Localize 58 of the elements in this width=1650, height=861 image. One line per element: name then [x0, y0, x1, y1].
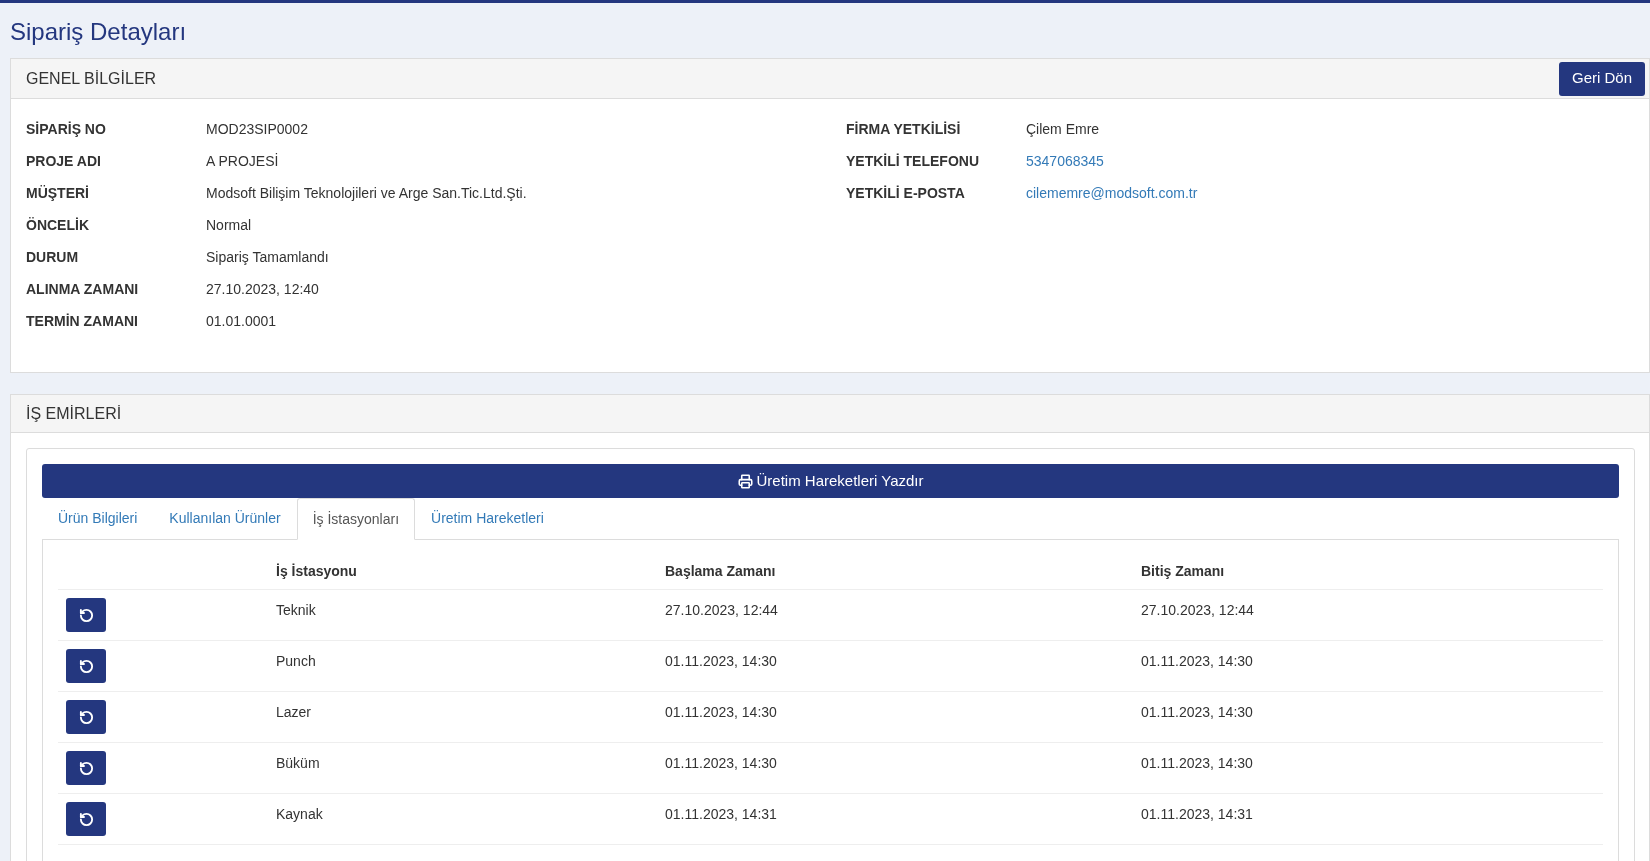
rotate-ccw-icon [78, 811, 94, 827]
field-value: 27.10.2023, 12:40 [206, 279, 319, 299]
table-cell-text: 27.10.2023, 12:44 [665, 601, 779, 620]
rotate-ccw-icon [78, 709, 94, 725]
field-label: PROJE ADI [26, 151, 102, 171]
field-link[interactable]: 5347068345 [1026, 150, 1104, 172]
card-title: GENEL BİLGİLER [26, 68, 157, 89]
column-header: Başlama Zamanı [665, 562, 777, 581]
field-label: MÜŞTERİ [26, 183, 90, 203]
field-label: SİPARİŞ NO [26, 119, 107, 139]
table-cell-text: 01.11.2023, 14:30 [665, 652, 778, 671]
table-cell-text: Büküm [276, 754, 321, 773]
rotate-ccw-icon [78, 607, 94, 623]
printer-icon [737, 473, 753, 489]
reset-button[interactable] [66, 751, 106, 785]
field-label: DURUM [26, 247, 80, 267]
field-label: ÖNCELİK [26, 215, 90, 235]
field-label: YETKİLİ E-POSTA [846, 183, 966, 203]
table-cell-text: Punch [276, 652, 317, 671]
reset-button[interactable] [66, 649, 106, 683]
print-button[interactable]: Üretim Hareketleri Yazdır [42, 464, 1619, 498]
field-value: Modsoft Bilişim Teknolojileri ve Arge San.Tic.Ltd.Şti. [206, 183, 527, 203]
field-link[interactable]: cilememre@modsoft.com.tr [1026, 182, 1198, 204]
rotate-ccw-icon [78, 760, 94, 776]
table-cell-text: 01.11.2023, 14:30 [1141, 754, 1253, 773]
field-value: Sipariş Tamamlandı [206, 247, 329, 267]
reset-button[interactable] [66, 700, 106, 734]
back-button[interactable]: Geri Dön [1558, 61, 1645, 96]
tab[interactable]: Kullanılan Ürünler [153, 497, 297, 539]
tab[interactable]: Ürün Bilgileri [42, 497, 154, 539]
table-cell-text: Kaynak [276, 805, 324, 824]
reset-button[interactable] [66, 802, 106, 836]
table-cell-text: 01.11.2023, 14:31 [1141, 805, 1253, 824]
table-cell-text: 01.11.2023, 14:31 [665, 805, 778, 824]
field-value: A PROJESİ [206, 151, 279, 171]
table-cell-text: Teknik [276, 601, 317, 620]
field-value: MOD23SIP0002 [206, 119, 308, 139]
field-value: 01.01.0001 [206, 311, 277, 331]
column-header: İş İstasyonu [276, 562, 358, 581]
reset-button[interactable] [66, 598, 106, 632]
tab[interactable]: İş İstasyonları [296, 498, 416, 540]
field-label: TERMİN ZAMANI [26, 311, 139, 331]
field-value: Çilem Emre [1026, 119, 1100, 139]
field-label: ALINMA ZAMANI [26, 279, 140, 299]
card-title: İŞ EMİRLERİ [26, 403, 122, 424]
column-header: Bitiş Zamanı [1141, 562, 1225, 581]
field-label: YETKİLİ TELEFONU [846, 151, 980, 171]
table-cell-text: 01.11.2023, 14:30 [665, 754, 778, 773]
table-cell-text: Lazer [276, 703, 313, 722]
field-label: FİRMA YETKİLİSİ [846, 119, 962, 139]
page-title: Sipariş Detayları [9, 17, 188, 47]
table-cell-text: 01.11.2023, 14:30 [1141, 703, 1253, 722]
table-cell-text: 01.11.2023, 14:30 [665, 703, 778, 722]
tab[interactable]: Üretim Hareketleri [415, 497, 560, 539]
table-cell-text: 27.10.2023, 12:44 [1141, 601, 1254, 620]
field-value: Normal [206, 215, 252, 235]
table-cell-text: 01.11.2023, 14:30 [1141, 652, 1253, 671]
rotate-ccw-icon [78, 658, 94, 674]
